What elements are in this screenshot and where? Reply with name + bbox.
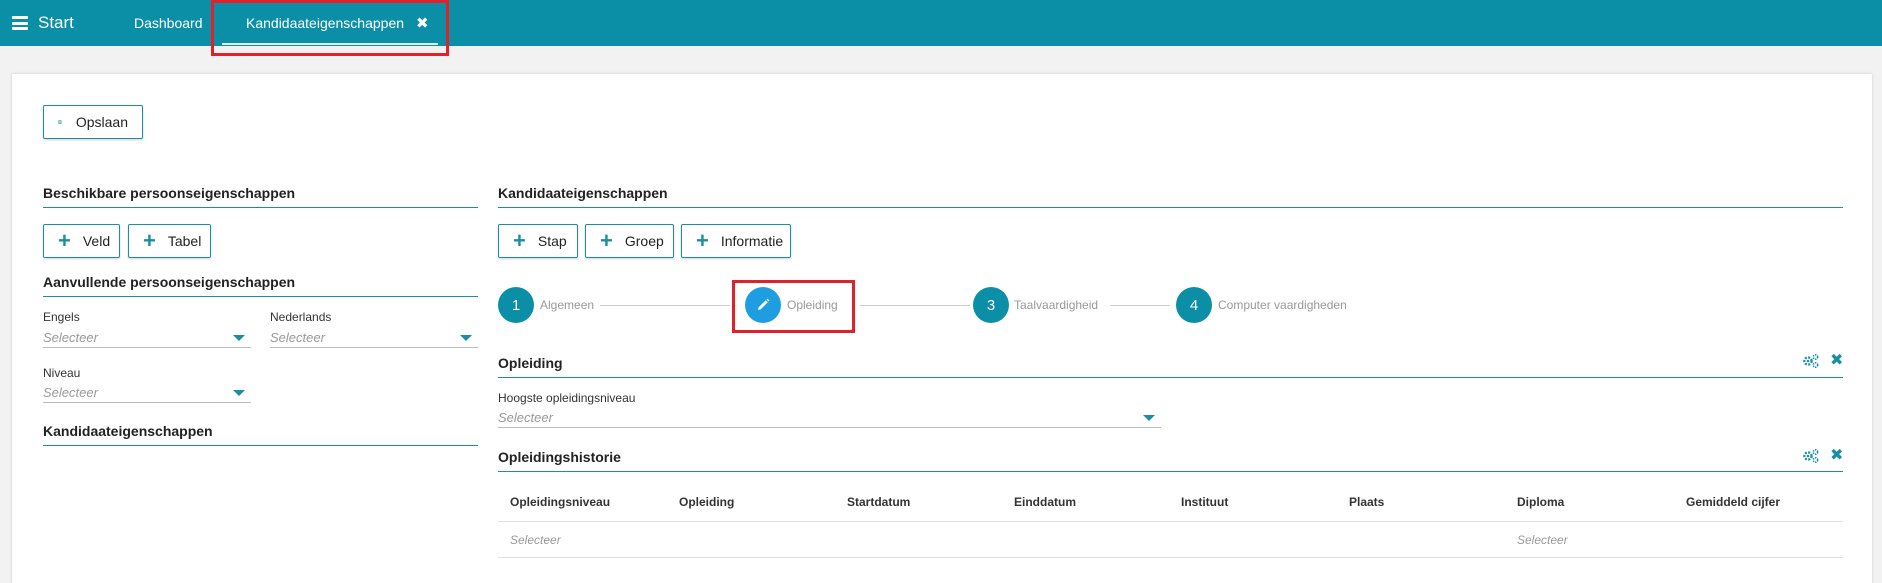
engels-select[interactable]: Selecteer	[43, 328, 251, 348]
column-header: Startdatum	[847, 495, 911, 509]
history-group-actions: ✖	[1802, 448, 1843, 464]
divider	[498, 471, 1843, 472]
add-group-label: Groep	[624, 233, 664, 249]
highest-education-label: Hoogste opleidingsniveau	[498, 391, 636, 405]
divider	[498, 207, 1843, 208]
highest-education-placeholder: Selecteer	[498, 410, 553, 425]
column-header: Diploma	[1517, 495, 1565, 509]
divider	[43, 296, 478, 297]
add-field-label: Veld	[82, 233, 111, 249]
step-3-taalvaardigheid[interactable]: 3	[973, 287, 1009, 323]
nederlands-placeholder: Selecteer	[270, 330, 325, 345]
table-row-line	[498, 557, 1843, 558]
step-3-label: Taalvaardigheid	[1014, 298, 1099, 312]
divider	[498, 377, 1843, 378]
add-table-label: Tabel	[167, 233, 202, 249]
niveau-label: Niveau	[43, 366, 81, 380]
step-4-computer-vaardigheden[interactable]: 4	[1176, 287, 1212, 323]
tab-dashboard[interactable]: Dashboard	[134, 15, 203, 31]
add-information-button[interactable]: + Informatie	[681, 224, 791, 258]
candidate-properties-title: Kandidaateigenschappen	[498, 185, 668, 201]
column-header: Gemiddeld cijfer	[1686, 495, 1781, 509]
floppy-disk-icon	[58, 120, 62, 124]
highlight-box-tab	[211, 0, 449, 56]
add-group-button[interactable]: + Groep	[585, 224, 674, 258]
main-menu-button[interactable]: Start	[12, 13, 74, 33]
niveau-select[interactable]: Selecteer	[43, 383, 251, 403]
plus-icon: +	[600, 228, 613, 253]
step-1-label: Algemeen	[540, 298, 595, 312]
add-field-button[interactable]: + Veld	[43, 224, 120, 258]
add-information-label: Informatie	[720, 233, 784, 249]
caret-down-icon	[460, 335, 472, 341]
plus-icon: +	[513, 228, 526, 253]
divider	[43, 207, 478, 208]
plus-icon: +	[58, 228, 71, 253]
education-group-actions: ✖	[1802, 353, 1843, 369]
table-cell-select[interactable]: Selecteer	[510, 533, 561, 547]
plus-icon: +	[696, 228, 709, 253]
caret-down-icon	[233, 390, 245, 396]
table-divider	[498, 521, 1843, 522]
add-step-button[interactable]: + Stap	[498, 224, 578, 258]
remove-group-icon[interactable]: ✖	[1830, 353, 1843, 369]
caret-down-icon	[1143, 415, 1155, 421]
engels-label: Engels	[43, 310, 80, 324]
nederlands-label: Nederlands	[270, 310, 332, 324]
caret-down-icon	[233, 335, 245, 341]
column-header: Instituut	[1181, 495, 1229, 509]
education-group-title: Opleiding	[498, 355, 563, 371]
step-connector	[860, 305, 970, 306]
available-properties-title: Beschikbare persoonseigenschappen	[43, 185, 296, 201]
niveau-placeholder: Selecteer	[43, 385, 98, 400]
column-header: Opleiding	[679, 495, 735, 509]
highlight-box-step	[732, 280, 855, 333]
column-header: Opleidingsniveau	[510, 495, 611, 509]
menu-label: Start	[38, 13, 74, 32]
divider	[43, 445, 478, 446]
plus-icon: +	[143, 228, 156, 253]
column-header: Einddatum	[1014, 495, 1076, 509]
gears-icon[interactable]	[1802, 448, 1820, 464]
save-button[interactable]: Opslaan	[43, 105, 143, 139]
candidate-properties-left-title: Kandidaateigenschappen	[43, 423, 213, 439]
remove-group-icon[interactable]: ✖	[1830, 448, 1843, 464]
add-table-button[interactable]: + Tabel	[128, 224, 211, 258]
table-cell-select[interactable]: Selecteer	[1517, 533, 1568, 547]
step-connector	[1110, 305, 1170, 306]
step-1-algemeen[interactable]: 1	[498, 287, 534, 323]
engels-placeholder: Selecteer	[43, 330, 98, 345]
add-step-label: Stap	[537, 233, 567, 249]
highest-education-select[interactable]: Selecteer	[498, 408, 1161, 428]
step-connector	[600, 305, 730, 306]
gears-icon[interactable]	[1802, 353, 1820, 369]
hamburger-icon	[12, 16, 28, 30]
nederlands-select[interactable]: Selecteer	[270, 328, 478, 348]
additional-properties-title: Aanvullende persoonseigenschappen	[43, 274, 296, 290]
education-history-title: Opleidingshistorie	[498, 449, 621, 465]
column-header: Plaats	[1349, 495, 1385, 509]
step-4-label: Computer vaardigheden	[1218, 298, 1347, 312]
save-button-label: Opslaan	[75, 114, 128, 130]
